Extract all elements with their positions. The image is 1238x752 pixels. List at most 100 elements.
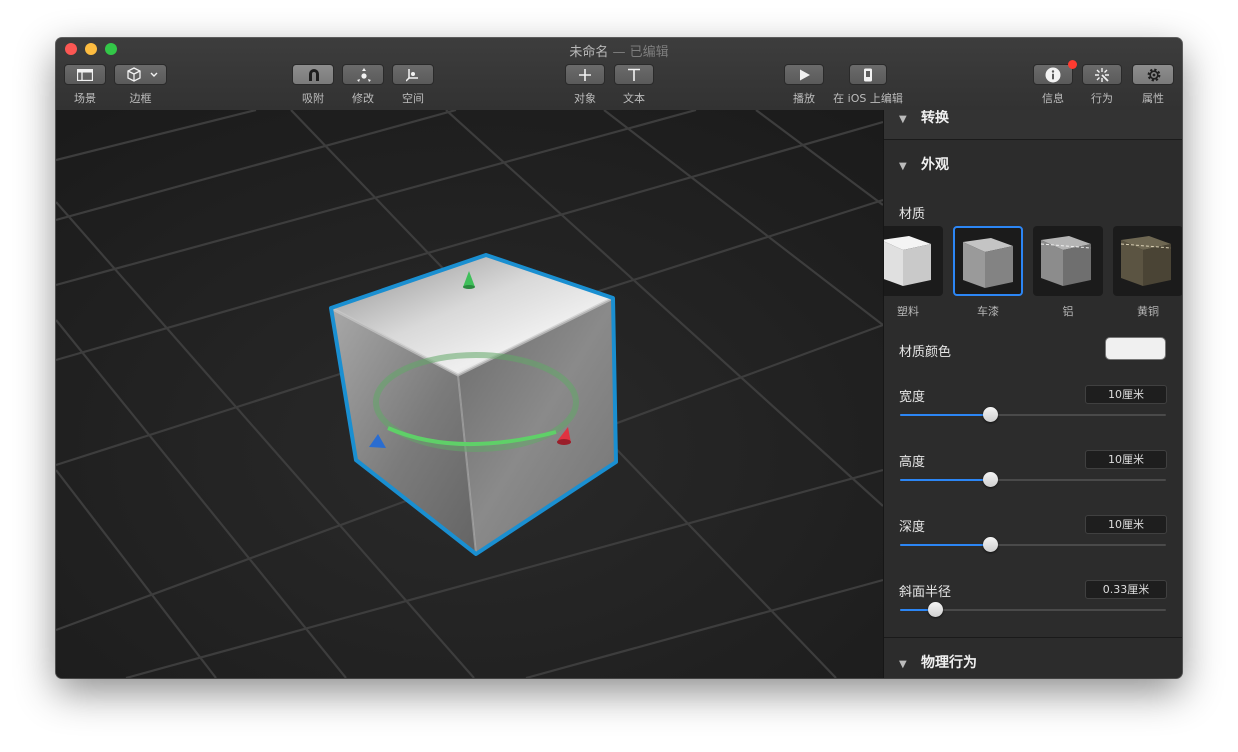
material-swatch-aluminum[interactable]: [1033, 226, 1103, 296]
window-title: 未命名 — 已编辑: [56, 41, 1182, 60]
transform-title: 转换: [921, 110, 949, 126]
properties-button[interactable]: [1132, 64, 1174, 85]
bounds-tool[interactable]: 边框: [114, 64, 167, 106]
add-object-button[interactable]: [565, 64, 605, 85]
properties-tool[interactable]: 属性: [1132, 64, 1174, 106]
scene-canvas[interactable]: [56, 110, 883, 678]
width-label: 宽度: [899, 390, 926, 405]
info-icon: [1045, 67, 1061, 83]
object-label: 对象: [574, 92, 596, 105]
material-swatch-car-paint[interactable]: [953, 226, 1023, 296]
material-label: 材质: [899, 207, 926, 222]
edit-on-ios-tool[interactable]: 在 iOS 上编辑: [832, 64, 904, 106]
material-name-car-paint: 车漆: [977, 305, 999, 318]
space-label: 空间: [402, 92, 424, 105]
transform-section-header[interactable]: ▼ 转换: [884, 110, 1182, 139]
disclosure-triangle-icon: ▼: [899, 114, 907, 125]
material-swatch-brass[interactable]: [1113, 226, 1182, 296]
depth-field[interactable]: 10厘米: [1085, 515, 1167, 534]
space-tool[interactable]: 空间: [392, 64, 434, 106]
modify-label: 修改: [352, 92, 374, 105]
snap-button[interactable]: [292, 64, 334, 85]
info-button[interactable]: [1033, 60, 1077, 85]
depth-label: 深度: [899, 520, 926, 535]
modify-tool[interactable]: 修改: [342, 64, 384, 106]
disclosure-triangle-icon: ▼: [899, 161, 907, 172]
height-label: 高度: [899, 455, 926, 470]
bevel-radius-slider[interactable]: [900, 602, 1166, 618]
notification-badge: [1068, 60, 1077, 69]
modify-button[interactable]: [342, 64, 384, 85]
plus-icon: [579, 69, 591, 81]
height-field[interactable]: 10厘米: [1085, 450, 1167, 469]
depth-slider[interactable]: [900, 537, 1166, 553]
material-name-plastic: 塑料: [897, 305, 919, 318]
slider-fill: [900, 544, 990, 546]
edit-on-ios-label: 在 iOS 上编辑: [833, 92, 903, 105]
snap-tool[interactable]: 吸附: [292, 64, 334, 106]
properties-label: 属性: [1142, 92, 1164, 105]
brass-cube-icon: [1120, 236, 1172, 286]
slider-knob[interactable]: [928, 602, 943, 617]
aluminum-cube-icon: [1040, 236, 1092, 286]
physics-title: 物理行为: [921, 655, 977, 671]
app-window: 未命名 — 已编辑 场景 边框 吸附 修改 空间 对象 文本 播放 在 iOS …: [56, 38, 1182, 678]
play-icon: [800, 69, 810, 81]
car-paint-cube-icon: [963, 238, 1013, 288]
slider-knob[interactable]: [983, 537, 998, 552]
section-divider: [884, 139, 1182, 140]
add-text-button[interactable]: [614, 64, 654, 85]
slider-fill: [900, 479, 990, 481]
object-tool[interactable]: 对象: [565, 64, 605, 106]
properties-inspector: ▼ 转换 ▼ 外观 材质 塑料 车漆 铝 黄铜 材质颜色 宽度 10厘米 高度 …: [883, 110, 1182, 678]
space-icon: [406, 69, 418, 82]
physics-section-header[interactable]: ▼ 物理行为: [884, 652, 1182, 672]
behaviors-label: 行为: [1091, 92, 1113, 105]
material-name-aluminum: 铝: [1062, 305, 1074, 318]
section-divider: [884, 637, 1182, 638]
behaviors-icon: [1095, 68, 1109, 82]
scene-button[interactable]: [64, 64, 106, 85]
slider-knob[interactable]: [983, 407, 998, 422]
gear-icon: [1147, 68, 1161, 82]
behaviors-tool[interactable]: 行为: [1082, 64, 1122, 106]
bounds-cube-icon: [127, 67, 141, 82]
slider-fill: [900, 414, 990, 416]
info-label: 信息: [1042, 92, 1064, 105]
space-button[interactable]: [392, 64, 434, 85]
width-slider[interactable]: [900, 407, 1166, 423]
scene-label: 场景: [74, 92, 96, 105]
appearance-section-header[interactable]: ▼ 外观: [884, 154, 1182, 174]
document-status: — 已编辑: [608, 45, 669, 60]
modify-icon: [357, 68, 371, 82]
text-tool[interactable]: 文本: [614, 64, 654, 106]
material-name-brass: 黄铜: [1137, 305, 1159, 318]
material-color-label: 材质颜色: [899, 345, 952, 360]
text-icon: [628, 68, 640, 81]
play-label: 播放: [793, 92, 815, 105]
document-name: 未命名: [569, 45, 609, 60]
bevel-radius-label: 斜面半径: [899, 585, 952, 600]
magnet-icon: [309, 69, 319, 81]
bounds-button[interactable]: [114, 64, 167, 85]
edit-on-ios-button[interactable]: [849, 64, 887, 85]
appearance-title: 外观: [921, 157, 949, 173]
height-slider[interactable]: [900, 472, 1166, 488]
plastic-cube-icon: [884, 236, 931, 286]
bevel-radius-field[interactable]: 0.33厘米: [1085, 580, 1167, 599]
toolbar: 未命名 — 已编辑 场景 边框 吸附 修改 空间 对象 文本 播放 在 iOS …: [56, 38, 1182, 111]
scene-viewport[interactable]: [56, 110, 883, 678]
scene-tool[interactable]: 场景: [64, 64, 106, 106]
bounds-label: 边框: [129, 92, 152, 105]
slider-knob[interactable]: [983, 472, 998, 487]
scene-icon: [77, 69, 93, 81]
info-tool[interactable]: 信息: [1033, 60, 1077, 106]
behaviors-button[interactable]: [1082, 64, 1122, 85]
play-button[interactable]: [784, 64, 824, 85]
chevron-down-icon: [150, 72, 158, 77]
width-field[interactable]: 10厘米: [1085, 385, 1167, 404]
disclosure-triangle-icon: ▼: [899, 659, 907, 670]
play-tool[interactable]: 播放: [784, 64, 824, 106]
material-swatch-plastic[interactable]: [884, 226, 943, 296]
material-color-well[interactable]: [1105, 337, 1166, 360]
